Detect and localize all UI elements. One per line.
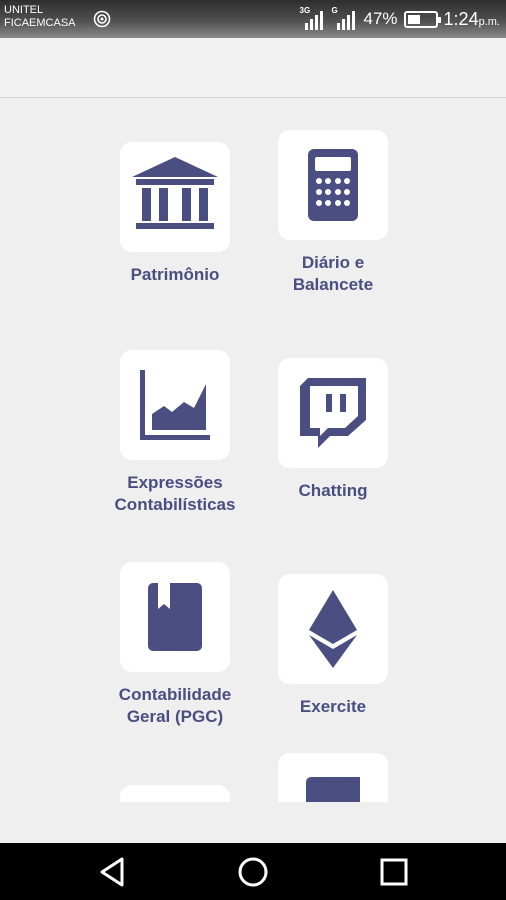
menu-item-icon-box[interactable] xyxy=(120,562,230,672)
clock-time: 1:24 xyxy=(443,8,479,29)
menu-item-icon-box[interactable] xyxy=(278,358,388,468)
book-icon xyxy=(148,583,202,651)
chat-icon xyxy=(300,378,366,448)
bank-icon xyxy=(132,157,218,229)
menu-item-contabilidade-geral[interactable]: Contabilidade Geral (PGC) xyxy=(110,562,240,728)
clock-suffix: p.m. xyxy=(478,15,500,28)
menu-grid: Patrimônio Diário e Balancete Expressões… xyxy=(0,99,506,802)
menu-item-diario-balancete[interactable]: Diário e Balancete xyxy=(268,130,398,296)
signal-icon-1: 3G xyxy=(299,6,326,30)
clock: 1:24p.m. xyxy=(444,9,500,30)
carrier-name: UNITEL FICAEMCASA xyxy=(4,4,76,30)
battery-percent: 47% xyxy=(363,9,398,28)
back-icon[interactable] xyxy=(96,855,130,889)
battery-icon xyxy=(403,10,441,28)
signal-icon-2: G xyxy=(331,6,358,30)
status-bar: UNITEL FICAEMCASA 3G G 47% 1:24p.m. xyxy=(0,0,506,38)
menu-item-partial-left[interactable] xyxy=(110,785,240,802)
menu-item-label: Expressões Contabilísticas xyxy=(114,473,236,514)
network-type-1: 3G xyxy=(299,6,311,15)
menu-item-label: Chatting xyxy=(298,481,368,500)
menu-item-label: Patrimônio xyxy=(130,265,220,284)
menu-item-patrimonio[interactable]: Patrimônio xyxy=(110,142,240,286)
menu-item-icon-box[interactable] xyxy=(120,142,230,252)
hotspot-icon xyxy=(93,10,111,28)
book-icon xyxy=(306,777,360,802)
status-icons: 3G G 47% 1:24p.m. xyxy=(299,6,500,31)
app-bar xyxy=(0,38,506,98)
menu-item-partial-right[interactable] xyxy=(268,753,398,802)
recents-icon[interactable] xyxy=(377,855,411,889)
ethereum-icon xyxy=(309,590,357,668)
calculator-icon xyxy=(308,149,358,221)
network-type-2: G xyxy=(331,6,338,15)
menu-item-chatting[interactable]: Chatting xyxy=(268,358,398,502)
home-icon[interactable] xyxy=(236,855,270,889)
menu-item-icon-box[interactable] xyxy=(120,785,230,802)
menu-item-icon-box[interactable] xyxy=(120,350,230,460)
menu-item-label: Diário e Balancete xyxy=(292,253,374,294)
menu-item-icon-box[interactable] xyxy=(278,753,388,802)
menu-item-exercite[interactable]: Exercite xyxy=(268,574,398,718)
navigation-bar xyxy=(0,843,506,900)
menu-item-expressoes-contabilisticas[interactable]: Expressões Contabilísticas xyxy=(110,350,240,516)
menu-item-icon-box[interactable] xyxy=(278,130,388,240)
menu-item-label: Contabilidade Geral (PGC) xyxy=(118,685,232,726)
carrier-line-2: FICAEMCASA xyxy=(4,17,76,29)
menu-item-label: Exercite xyxy=(299,697,367,716)
carrier-line-1: UNITEL xyxy=(4,4,44,16)
menu-item-icon-box[interactable] xyxy=(278,574,388,684)
area-chart-icon xyxy=(140,370,210,440)
